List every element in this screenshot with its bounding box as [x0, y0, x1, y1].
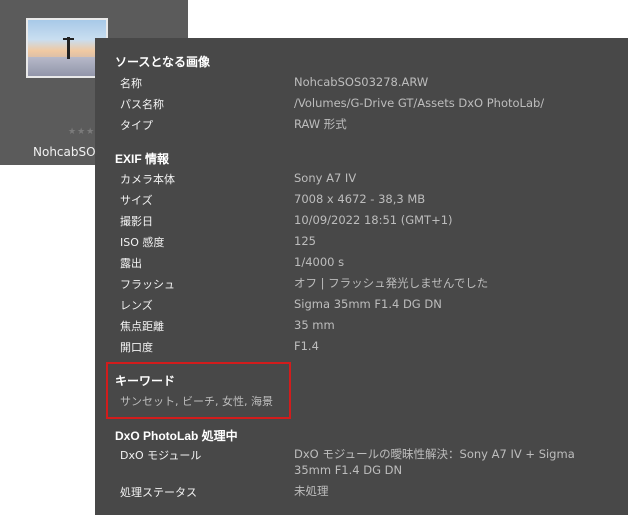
keywords-section-title: キーワード: [115, 374, 176, 388]
processing-section-title: DxO PhotoLab 処理中: [115, 429, 238, 443]
row-label-exposure: 露出: [120, 257, 142, 270]
thumbnail-figure: [67, 37, 70, 59]
source-section-title: ソースとなる画像: [115, 55, 211, 69]
row-label-status: 処理ステータス: [120, 486, 197, 499]
row-label-type: タイプ: [120, 119, 153, 132]
row-value-lens: Sigma 35mm F1.4 DG DN: [294, 297, 442, 311]
thumbnail-filename: NohcabSOS: [33, 145, 104, 159]
row-value-status: 未処理: [294, 484, 329, 498]
row-value-camera: Sony A7 IV: [294, 171, 357, 185]
row-label-size: サイズ: [120, 194, 153, 207]
row-value-aperture: F1.4: [294, 339, 319, 353]
image-info-panel: ソースとなる画像 名称 NohcabSOS03278.ARW パス名称 /Vol…: [95, 38, 628, 515]
row-value-path: /Volumes/G-Drive GT/Assets DxO PhotoLab/: [294, 96, 545, 110]
row-value-name: NohcabSOS03278.ARW: [294, 75, 429, 89]
row-label-lens: レンズ: [120, 299, 153, 312]
keywords-highlight: [106, 362, 291, 419]
row-label-date: 撮影日: [120, 215, 153, 228]
row-label-camera: カメラ本体: [120, 173, 175, 186]
row-label-name: 名称: [120, 77, 142, 90]
row-value-iso: 125: [294, 234, 316, 248]
row-label-flash: フラッシュ: [120, 278, 175, 291]
row-value-type: RAW 形式: [294, 117, 347, 131]
row-label-module: DxO モジュール: [120, 449, 202, 462]
keywords-value: サンセット, ビーチ, 女性, 海景: [120, 395, 273, 408]
row-label-focal-length: 焦点距離: [120, 320, 164, 333]
row-value-size: 7008 x 4672 - 38,3 MB: [294, 192, 426, 206]
row-value-focal-length: 35 mm: [294, 318, 335, 332]
exif-section-title: EXIF 情報: [115, 152, 170, 166]
row-value-module: DxO モジュールの曖昧性解決：Sony A7 IV + Sigma 35mm …: [294, 447, 575, 477]
thumbnail-figure-arms: [63, 38, 74, 40]
row-label-aperture: 開口度: [120, 341, 153, 354]
row-value-date: 10/09/2022 18:51 (GMT+1): [294, 213, 453, 227]
row-value-flash: オフ | フラッシュ発光しませんでした: [294, 276, 489, 290]
row-value-exposure: 1/4000 s: [294, 255, 345, 269]
row-label-iso: ISO 感度: [120, 236, 165, 249]
row-label-path: パス名称: [120, 98, 164, 111]
